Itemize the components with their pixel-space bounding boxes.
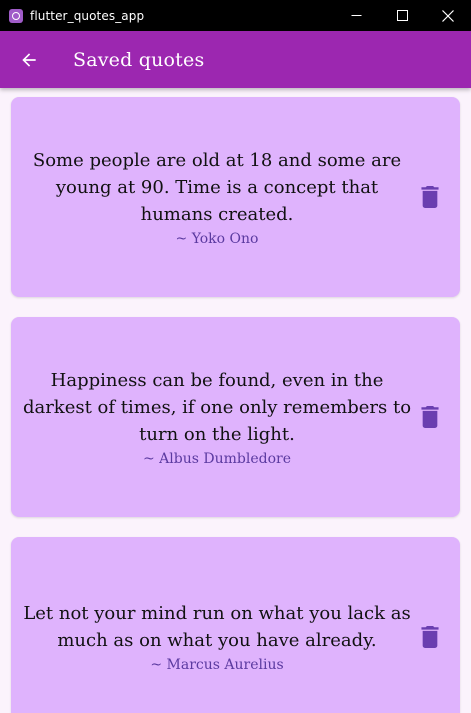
app-bar: Saved quotes <box>0 31 471 88</box>
quote-author: ~ Marcus Aurelius <box>150 657 284 673</box>
quote-content: Happiness can be found, even in the dark… <box>19 317 415 517</box>
window-titlebar[interactable]: flutter_quotes_app <box>0 0 471 31</box>
quote-card: Let not your mind run on what you lack a… <box>11 537 460 713</box>
window-controls <box>333 0 471 31</box>
quotes-list[interactable]: Some people are old at 18 and some are y… <box>0 88 471 713</box>
quote-author: ~ Albus Dumbledore <box>143 450 291 467</box>
app-window: flutter_quotes_app Saved quotes Some peo… <box>0 0 471 713</box>
quote-text: Let not your mind run on what you lack a… <box>23 603 411 651</box>
delete-button[interactable] <box>419 185 441 209</box>
quote-content: Some people are old at 18 and some are y… <box>19 97 415 297</box>
quote-text: Happiness can be found, even in the dark… <box>22 369 412 445</box>
quote-text: Some people are old at 18 and some are y… <box>32 149 402 225</box>
quote-card: Happiness can be found, even in the dark… <box>11 317 460 517</box>
app-logo-icon <box>9 8 23 23</box>
quote-author: ~ Yoko Ono <box>175 230 259 247</box>
delete-icon <box>421 186 439 208</box>
back-button[interactable] <box>9 40 49 80</box>
minimize-button[interactable] <box>333 0 379 31</box>
close-button[interactable] <box>425 0 471 31</box>
page-title: Saved quotes <box>73 48 205 71</box>
maximize-button[interactable] <box>379 0 425 31</box>
delete-button[interactable] <box>419 405 441 429</box>
close-icon <box>442 9 454 22</box>
minimize-icon <box>351 15 361 16</box>
delete-button[interactable] <box>419 625 441 649</box>
delete-icon <box>421 406 439 428</box>
arrow-back-icon <box>22 52 36 67</box>
window-title: flutter_quotes_app <box>30 8 145 23</box>
quote-card: Some people are old at 18 and some are y… <box>11 97 460 297</box>
delete-icon <box>421 626 439 648</box>
quote-content: Let not your mind run on what you lack a… <box>19 537 415 713</box>
maximize-icon <box>396 10 408 21</box>
